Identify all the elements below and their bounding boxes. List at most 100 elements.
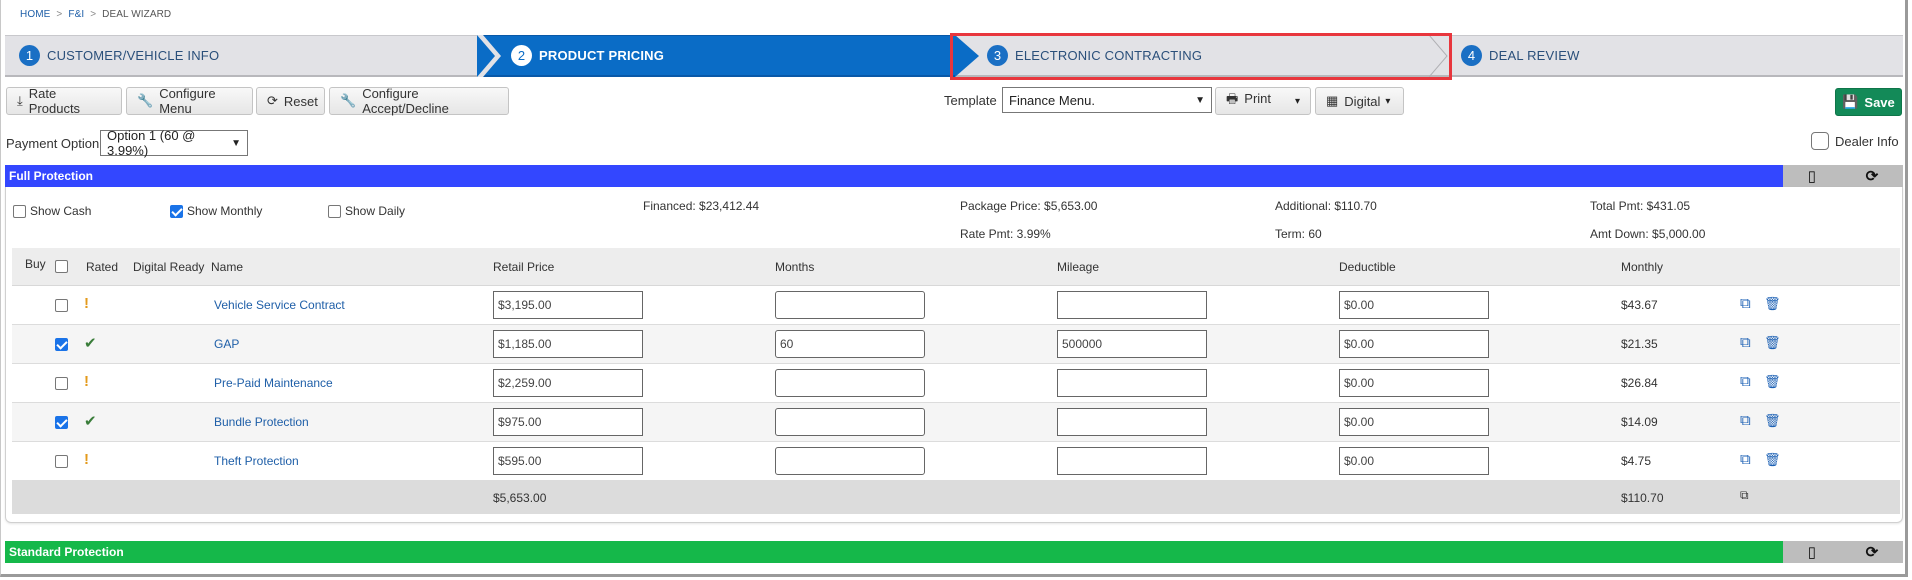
months-input[interactable] <box>775 291 925 319</box>
product-name-link[interactable]: Vehicle Service Contract <box>214 298 345 312</box>
configure-menu-button[interactable]: 🔧 Configure Menu <box>126 86 253 116</box>
deductible-input[interactable] <box>1339 291 1489 319</box>
save-label: Save <box>1864 94 1895 110</box>
step-number: 1 <box>19 45 40 66</box>
printer-icon: 🖶 <box>1226 91 1239 106</box>
months-input[interactable] <box>775 330 925 358</box>
buy-checkbox[interactable] <box>55 338 68 351</box>
deductible-input[interactable] <box>1339 330 1489 358</box>
buy-checkbox[interactable] <box>55 299 68 312</box>
wizard-step-product-pricing[interactable]: 2 PRODUCT PRICING <box>483 35 955 77</box>
buy-checkbox[interactable] <box>55 377 68 390</box>
mobile-icon[interactable]: ▯ <box>1808 543 1816 561</box>
wizard-step-deal-review[interactable]: 4 DEAL REVIEW <box>1443 35 1903 77</box>
column-digital-ready: Digital Ready <box>133 260 205 274</box>
copy-icon[interactable]: ⧉ <box>1740 373 1751 390</box>
monthly-value: $43.67 <box>1621 298 1658 312</box>
copy-icon[interactable]: ⧉ <box>1740 412 1751 429</box>
breadcrumb-current: DEAL WIZARD <box>102 9 172 20</box>
print-button[interactable]: 🖶 Print ▾ <box>1215 87 1311 115</box>
total-retail-price: $5,653.00 <box>493 491 547 505</box>
column-buy: Buy <box>25 257 46 271</box>
breadcrumb-fi[interactable]: F&I <box>68 9 84 20</box>
column-deductible: Deductible <box>1339 260 1396 274</box>
deductible-input[interactable] <box>1339 408 1489 436</box>
download-icon: ⤓ <box>17 93 23 108</box>
wizard-step-customer-vehicle-info[interactable]: 1 CUSTOMER/VEHICLE INFO <box>5 35 483 77</box>
show-daily-checkbox[interactable] <box>328 204 341 218</box>
reset-label: Reset <box>283 93 318 109</box>
show-monthly-checkbox[interactable] <box>170 204 183 218</box>
refresh-icon[interactable]: ⟳ <box>1866 167 1879 185</box>
table-row: ! Theft Protection $4.75 ⧉ 🗑 <box>12 442 1900 481</box>
table-header: Buy Rated Digital Ready Name Retail Pric… <box>12 248 1900 286</box>
show-cash-checkbox[interactable] <box>13 204 26 218</box>
retail-price-input[interactable] <box>493 369 643 397</box>
copy-icon[interactable]: ⧉ <box>1740 334 1751 351</box>
mileage-input[interactable] <box>1057 330 1207 358</box>
table-row: ! Pre-Paid Maintenance $26.84 ⧉ 🗑 <box>12 364 1900 403</box>
mileage-input[interactable] <box>1057 291 1207 319</box>
breadcrumb: HOME > F&I > DEAL WIZARD <box>20 9 171 20</box>
mileage-input[interactable] <box>1057 447 1207 475</box>
trash-icon[interactable]: 🗑 <box>1764 452 1781 468</box>
mileage-input[interactable] <box>1057 369 1207 397</box>
product-name-link[interactable]: GAP <box>214 337 239 351</box>
rate-products-button[interactable]: ⤓ Rate Products <box>6 86 122 116</box>
column-months: Months <box>775 260 815 274</box>
refresh-icon[interactable]: ⟳ <box>1866 543 1879 561</box>
retail-price-input[interactable] <box>493 330 643 358</box>
deductible-input[interactable] <box>1339 447 1489 475</box>
step-label: CUSTOMER/VEHICLE INFO <box>47 48 220 63</box>
panel-tools: ▯ ⟳ <box>1783 541 1903 563</box>
retail-price-input[interactable] <box>493 408 643 436</box>
wizard-step-electronic-contracting[interactable]: 3 ELECTRONIC CONTRACTING <box>955 35 1443 77</box>
trash-icon[interactable]: 🗑 <box>1764 296 1781 312</box>
breadcrumb-home[interactable]: HOME <box>20 9 50 20</box>
amt-down-summary: Amt Down: $5,000.00 <box>1590 227 1706 241</box>
payment-option-select[interactable]: Option 1 (60 @ 3.99%) ▼ <box>100 128 248 158</box>
show-daily-option[interactable]: Show Daily <box>328 204 405 218</box>
template-select[interactable]: Finance Menu. ▼ <box>1002 87 1212 113</box>
dealer-info-checkbox[interactable] <box>1811 132 1829 150</box>
product-name-link[interactable]: Pre-Paid Maintenance <box>214 376 333 390</box>
caret-down-icon: ▾ <box>1385 95 1391 107</box>
dealer-info-toggle[interactable]: Dealer Info <box>1811 132 1899 150</box>
copy-icon[interactable]: ⧉ <box>1740 295 1751 312</box>
qr-code-icon: ▦ <box>1326 93 1339 108</box>
copy-icon[interactable]: ⧉ <box>1740 451 1751 468</box>
show-cash-option[interactable]: Show Cash <box>13 204 91 218</box>
select-all-checkbox[interactable] <box>55 260 68 273</box>
refresh-icon: ⟳ <box>267 93 278 108</box>
show-monthly-label: Show Monthly <box>187 204 263 218</box>
product-name-link[interactable]: Bundle Protection <box>214 415 309 429</box>
mobile-icon[interactable]: ▯ <box>1808 167 1816 185</box>
trash-icon[interactable]: 🗑 <box>1764 335 1781 351</box>
mileage-input[interactable] <box>1057 408 1207 436</box>
reset-button[interactable]: ⟳ Reset <box>256 87 325 115</box>
product-name-link[interactable]: Theft Protection <box>214 454 299 468</box>
configure-accept-decline-button[interactable]: 🔧 Configure Accept/Decline <box>329 86 509 116</box>
chevron-divider <box>1429 35 1448 77</box>
payment-option-label: Payment Option <box>6 136 100 151</box>
months-input[interactable] <box>775 369 925 397</box>
retail-price-input[interactable] <box>493 447 643 475</box>
warning-exclamation-icon: ! <box>84 295 89 312</box>
column-name: Name <box>211 260 244 274</box>
table-row: ! Vehicle Service Contract $43.67 ⧉ 🗑 <box>12 286 1900 325</box>
digital-button[interactable]: ▦ Digital ▾ <box>1315 87 1404 115</box>
buy-checkbox[interactable] <box>55 455 68 468</box>
months-input[interactable] <box>775 408 925 436</box>
months-input[interactable] <box>775 447 925 475</box>
add-copy-icon[interactable]: ⧉ <box>1740 488 1749 503</box>
show-monthly-option[interactable]: Show Monthly <box>170 204 262 218</box>
breadcrumb-separator: > <box>56 9 63 20</box>
retail-price-input[interactable] <box>493 291 643 319</box>
trash-icon[interactable]: 🗑 <box>1764 413 1781 429</box>
trash-icon[interactable]: 🗑 <box>1764 374 1781 390</box>
table-row: ✔ GAP $21.35 ⧉ 🗑 <box>12 325 1900 364</box>
deductible-input[interactable] <box>1339 369 1489 397</box>
save-button[interactable]: 💾 Save <box>1835 88 1902 116</box>
step-number: 4 <box>1461 45 1482 66</box>
buy-checkbox[interactable] <box>55 416 68 429</box>
